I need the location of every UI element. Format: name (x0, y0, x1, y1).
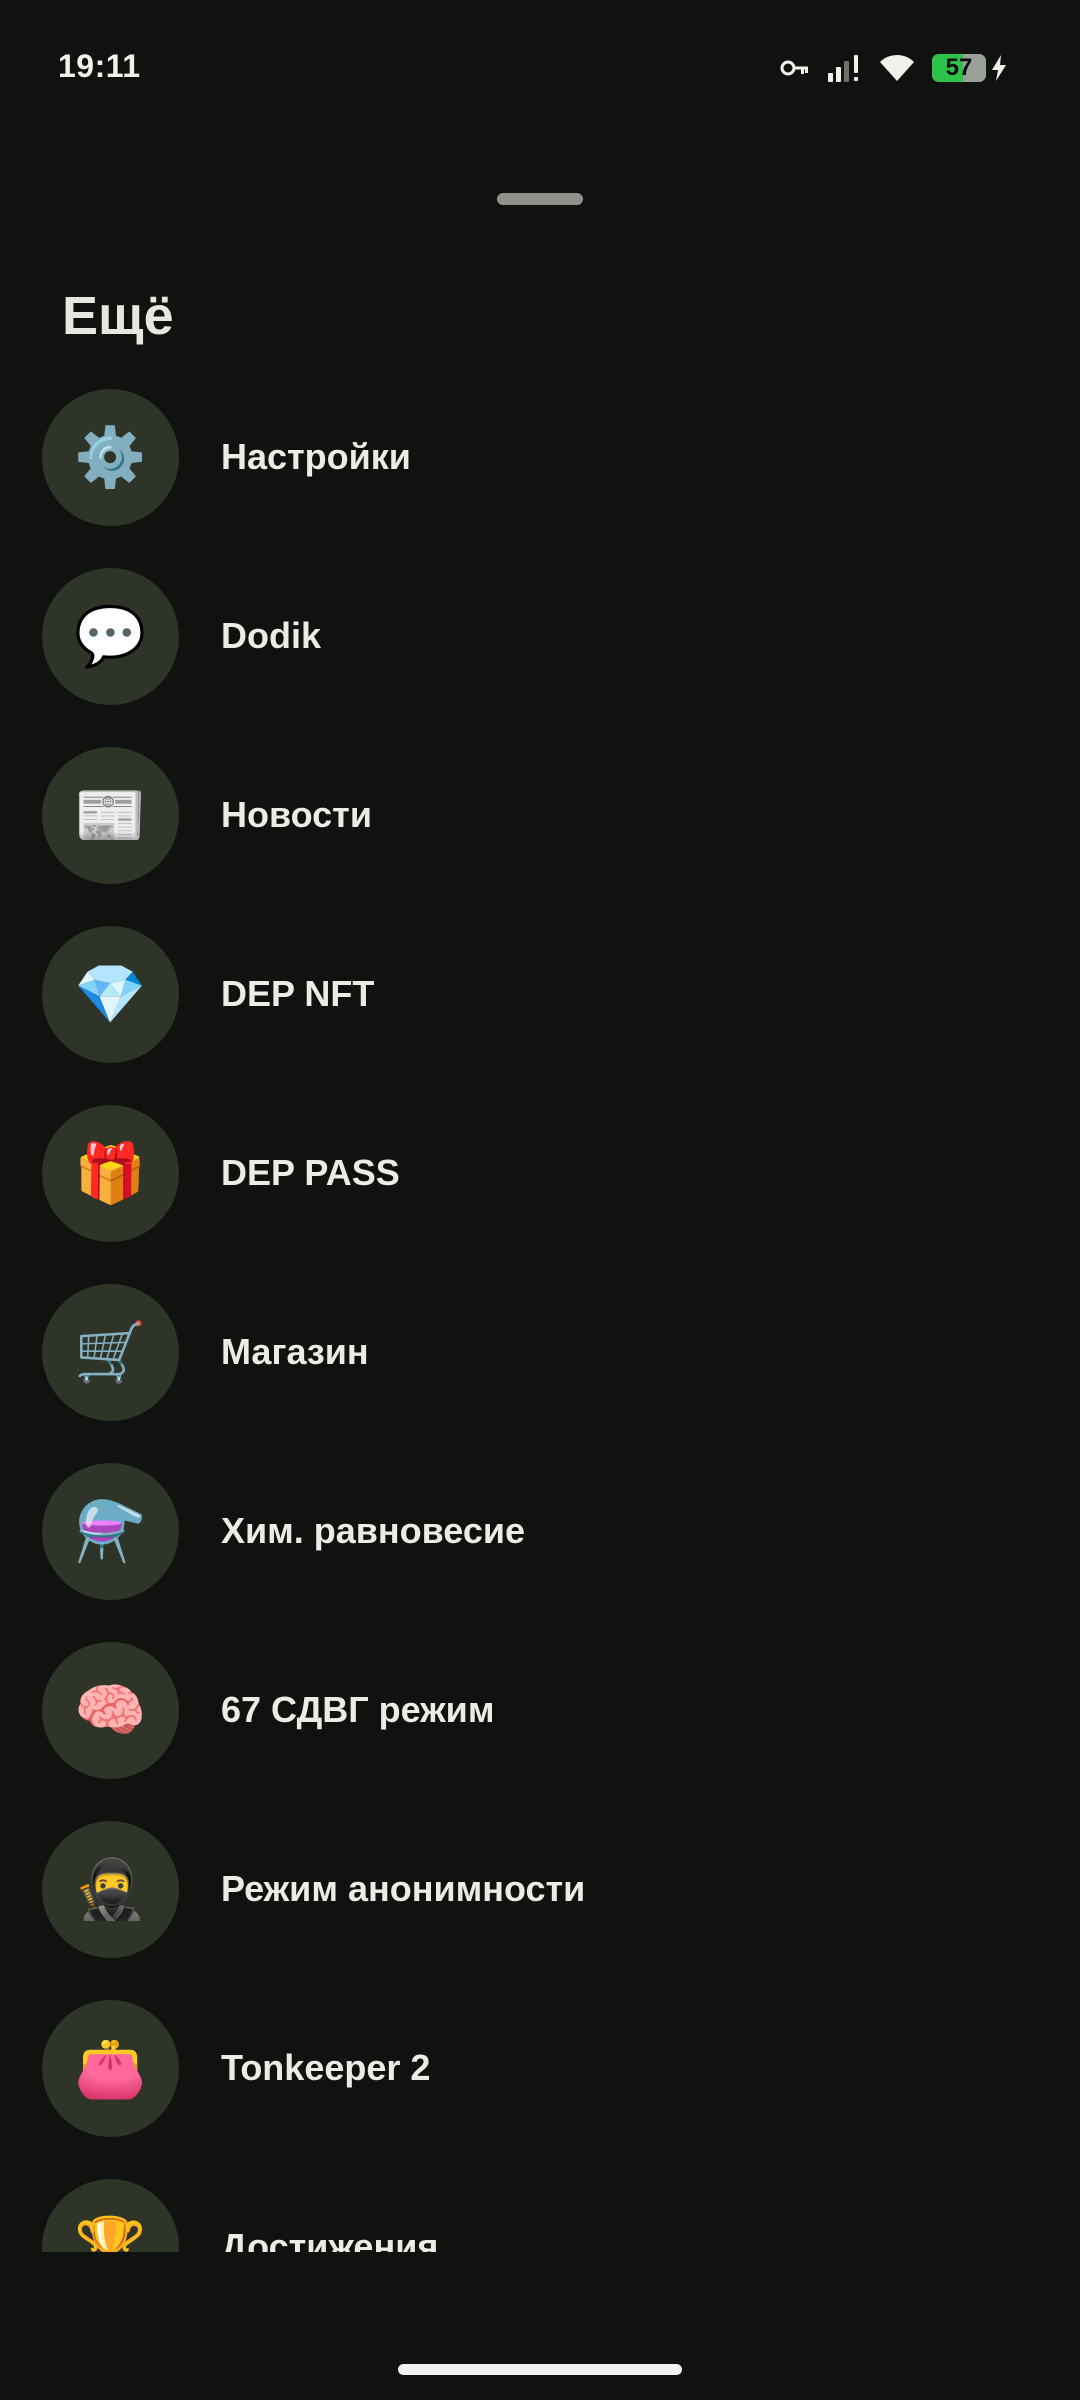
status-time: 19:11 (58, 48, 141, 84)
shopping-cart-icon: 🛒 (42, 1284, 179, 1421)
menu-item[interactable]: 💬 Dodik (0, 568, 1080, 747)
menu-item[interactable]: 👛 Tonkeeper 2 (0, 2000, 1080, 2179)
menu-item-label: Режим анонимности (221, 1868, 586, 1909)
menu-item[interactable]: 🎁 DEP PASS (0, 1105, 1080, 1284)
trophy-icon: 🏆 (42, 2179, 179, 2252)
home-indicator[interactable] (398, 2364, 682, 2375)
gem-icon: 💎 (42, 926, 179, 1063)
menu-item-label: Хим. равновесие (221, 1510, 526, 1551)
battery-level: 57 (945, 54, 973, 81)
ninja-icon: 🥷 (42, 1821, 179, 1958)
menu-item[interactable]: ⚙️ Настройки (0, 389, 1080, 568)
menu-list[interactable]: ⚙️ Настройки 💬 Dodik 📰 Новости 💎 DEP NFT 🎁 DEP PA… (0, 389, 1080, 2252)
menu-item-label: Tonkeeper 2 (221, 2047, 431, 2088)
menu-item-label: DEP PASS (221, 1152, 400, 1193)
battery-icon: 57 (932, 54, 986, 82)
menu-item-label: DEP NFT (221, 973, 375, 1014)
menu-item[interactable]: 🏆 Достижения (0, 2179, 1080, 2252)
menu-item[interactable]: 🧠 67 СДВГ режим (0, 1642, 1080, 1821)
menu-item-label: Магазин (221, 1331, 369, 1372)
purse-icon: 👛 (42, 2000, 179, 2137)
charging-icon (990, 54, 1008, 82)
gift-icon: 🎁 (42, 1105, 179, 1242)
status-bar: 19:11 57 (0, 0, 1080, 140)
menu-item[interactable]: 📰 Новости (0, 747, 1080, 926)
signal-icon (826, 53, 862, 83)
menu-item-label: Настройки (221, 436, 411, 477)
newspaper-icon: 📰 (42, 747, 179, 884)
wifi-icon (878, 53, 916, 83)
menu-item-label: 67 СДВГ режим (221, 1689, 495, 1730)
brain-icon: 🧠 (42, 1642, 179, 1779)
vpn-key-icon (780, 59, 810, 77)
sheet-drag-handle[interactable] (497, 193, 583, 205)
menu-item[interactable]: 💎 DEP NFT (0, 926, 1080, 1105)
status-icons: 57 (780, 48, 1008, 88)
menu-item[interactable]: ⚗️ Хим. равновесие (0, 1463, 1080, 1642)
menu-item-label: Новости (221, 794, 372, 835)
menu-item-label: Dodik (221, 615, 322, 656)
speech-bubble-icon: 💬 (42, 568, 179, 705)
page-title: Ещё (62, 286, 174, 346)
gear-icon: ⚙️ (42, 389, 179, 526)
menu-item[interactable]: 🛒 Магазин (0, 1284, 1080, 1463)
alembic-icon: ⚗️ (42, 1463, 179, 1600)
menu-item[interactable]: 🥷 Режим анонимности (0, 1821, 1080, 2000)
menu-item-label: Достижения (221, 2226, 439, 2252)
